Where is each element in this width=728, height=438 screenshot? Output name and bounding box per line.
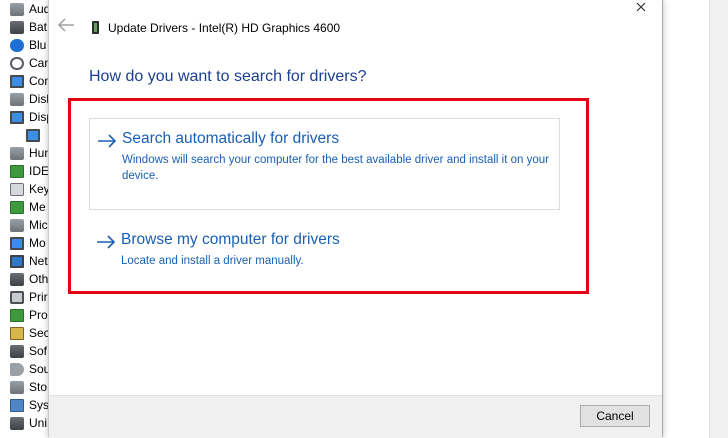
- other-devices-icon: [10, 272, 24, 286]
- disk-drive-icon: [10, 92, 24, 106]
- tree-item-label: Me: [29, 200, 46, 214]
- dialog-header: Update Drivers - Intel(R) HD Graphics 46…: [49, 0, 662, 50]
- tree-item-label: Blu: [29, 38, 47, 52]
- security-device-icon: [10, 326, 24, 340]
- sound-icon: [10, 362, 24, 376]
- option-description: Windows will search your computer for th…: [122, 154, 549, 182]
- human-interface-icon: [10, 146, 24, 160]
- monitors-icon: [10, 236, 24, 250]
- tree-item-label: Sof: [29, 344, 48, 358]
- tree-item-label: Key: [29, 182, 50, 196]
- monitor-icon: [26, 128, 40, 142]
- tree-item-label: Uni: [29, 416, 48, 430]
- update-drivers-dialog: Update Drivers - Intel(R) HD Graphics 46…: [48, 0, 663, 438]
- processor-icon: [10, 308, 24, 322]
- tree-item-label: Prir: [29, 290, 48, 304]
- mice-icon: [10, 218, 24, 232]
- cancel-button[interactable]: Cancel: [580, 405, 650, 427]
- tree-item-label: Sys: [29, 398, 50, 412]
- network-adapter-icon: [10, 254, 24, 268]
- question-heading: How do you want to search for drivers?: [89, 68, 367, 85]
- tree-item-label: Pro: [29, 308, 48, 322]
- tree-item-label: Oth: [29, 272, 49, 286]
- keyboard-icon: [10, 182, 24, 196]
- dialog-footer: Cancel: [49, 395, 662, 438]
- tree-item-label: Sto: [29, 380, 48, 394]
- display-adapter-icon: [10, 110, 24, 124]
- option-title: Browse my computer for drivers: [121, 231, 340, 248]
- tree-item-label: IDE: [29, 164, 50, 178]
- tree-item-label: Sec: [29, 326, 50, 340]
- print-queue-icon: [10, 290, 24, 304]
- storage-controller-icon: [10, 380, 24, 394]
- computer-icon: [10, 74, 24, 88]
- tree-item-label: Mo: [29, 236, 46, 250]
- graphics-card-icon: [92, 21, 99, 34]
- bluetooth-icon: [10, 38, 24, 52]
- tree-item-label: Mic: [29, 218, 48, 232]
- battery-icon: [10, 20, 24, 34]
- browse-computer-option[interactable]: Browse my computer for drivers Locate an…: [89, 222, 560, 274]
- search-automatically-option[interactable]: Search automatically for drivers Windows…: [89, 118, 560, 210]
- tree-item-label: Bat: [29, 20, 48, 34]
- software-device-icon: [10, 344, 24, 358]
- back-arrow-icon[interactable]: [57, 17, 75, 33]
- usb-controller-icon: [10, 416, 24, 430]
- memory-icon: [10, 200, 24, 214]
- system-devices-icon: [10, 398, 24, 412]
- ide-controller-icon: [10, 164, 24, 178]
- dialog-title: Update Drivers - Intel(R) HD Graphics 46…: [108, 21, 341, 35]
- arrow-right-icon: [97, 235, 116, 249]
- close-icon[interactable]: [633, 2, 649, 12]
- option-description: Locate and install a driver manually.: [121, 255, 304, 267]
- arrow-right-icon: [98, 134, 117, 148]
- device-manager-scrollbar[interactable]: [709, 0, 728, 438]
- option-title: Search automatically for drivers: [122, 130, 340, 147]
- camera-icon: [10, 56, 24, 70]
- audio-icon: [10, 2, 24, 16]
- tree-item-label: Net: [29, 254, 48, 268]
